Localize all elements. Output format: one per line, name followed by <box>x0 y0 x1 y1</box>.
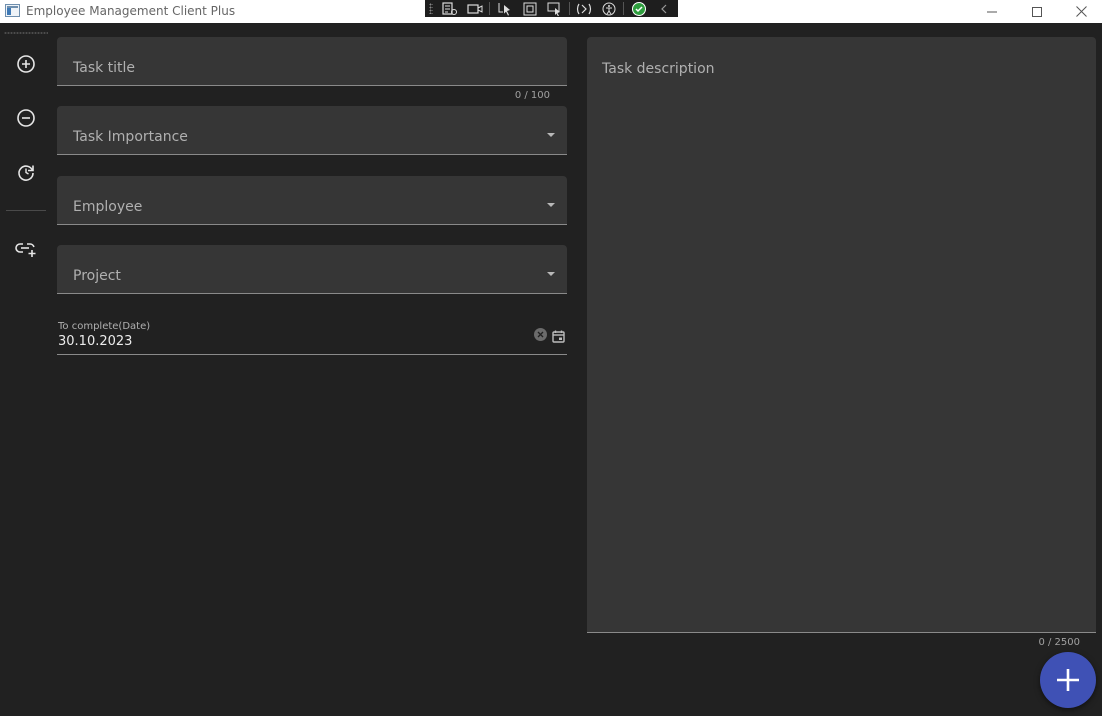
side-rail <box>0 23 52 716</box>
task-importance-label: Task Importance <box>73 129 188 145</box>
toolbar-grip-icon[interactable] <box>429 3 433 14</box>
link-add-button[interactable] <box>14 237 38 261</box>
chevron-down-icon <box>547 203 555 207</box>
plus-icon <box>1057 669 1079 691</box>
due-date-label: To complete(Date) <box>58 321 151 332</box>
task-title-label: Task title <box>73 60 136 76</box>
task-description-label: Task description <box>602 61 715 77</box>
close-icon <box>1076 6 1087 17</box>
add-task-button[interactable] <box>14 52 38 76</box>
chevron-down-icon <box>547 272 555 276</box>
app-icon <box>5 4 20 17</box>
debug-toolbar <box>425 0 678 17</box>
employee-select[interactable]: Employee <box>57 176 567 225</box>
task-importance-select[interactable]: Task Importance <box>57 106 567 155</box>
task-title-field[interactable]: Task title <box>57 37 567 86</box>
toolbar-separator <box>568 2 570 15</box>
refresh-icon <box>18 165 34 181</box>
window-title: Employee Management Client Plus <box>26 4 236 18</box>
minimize-button[interactable] <box>969 0 1014 23</box>
layout-adorner-icon[interactable] <box>519 0 541 17</box>
toolbar-separator <box>623 2 625 15</box>
close-button[interactable] <box>1059 0 1102 23</box>
collapse-chevron-icon[interactable] <box>653 0 675 17</box>
toolbar-separator <box>488 2 490 15</box>
remove-circle-icon <box>17 109 35 127</box>
check-icon[interactable] <box>628 0 650 17</box>
link-add-icon <box>15 243 36 257</box>
add-task-fab[interactable] <box>1040 652 1096 708</box>
track-focus-icon[interactable] <box>544 0 566 17</box>
due-date-picker[interactable]: To complete(Date) 30.10.2023 <box>57 318 567 355</box>
rail-divider <box>6 210 46 211</box>
refresh-button[interactable] <box>14 160 38 184</box>
remove-task-button[interactable] <box>14 106 38 130</box>
video-icon[interactable] <box>464 0 486 17</box>
hot-reload-icon[interactable] <box>573 0 595 17</box>
task-title-counter: 0 / 100 <box>514 90 550 101</box>
employee-label: Employee <box>73 199 143 215</box>
chevron-down-icon <box>547 133 555 137</box>
maximize-button[interactable] <box>1014 0 1059 23</box>
project-select[interactable]: Project <box>57 245 567 294</box>
accessibility-icon[interactable] <box>598 0 620 17</box>
add-circle-icon <box>17 55 35 73</box>
minimize-icon <box>986 11 997 12</box>
clear-icon[interactable] <box>534 328 547 341</box>
maximize-icon <box>1031 6 1042 17</box>
task-description-counter: 0 / 2500 <box>1038 637 1080 648</box>
select-element-icon[interactable] <box>494 0 516 17</box>
live-tree-icon[interactable] <box>439 0 461 17</box>
due-date-value[interactable]: 30.10.2023 <box>58 334 132 349</box>
rail-grip-icon <box>4 32 48 34</box>
title-bar: Employee Management Client Plus <box>0 0 1102 23</box>
calendar-icon[interactable] <box>552 328 565 343</box>
project-label: Project <box>73 268 121 284</box>
task-description-field[interactable]: Task description <box>587 37 1096 633</box>
